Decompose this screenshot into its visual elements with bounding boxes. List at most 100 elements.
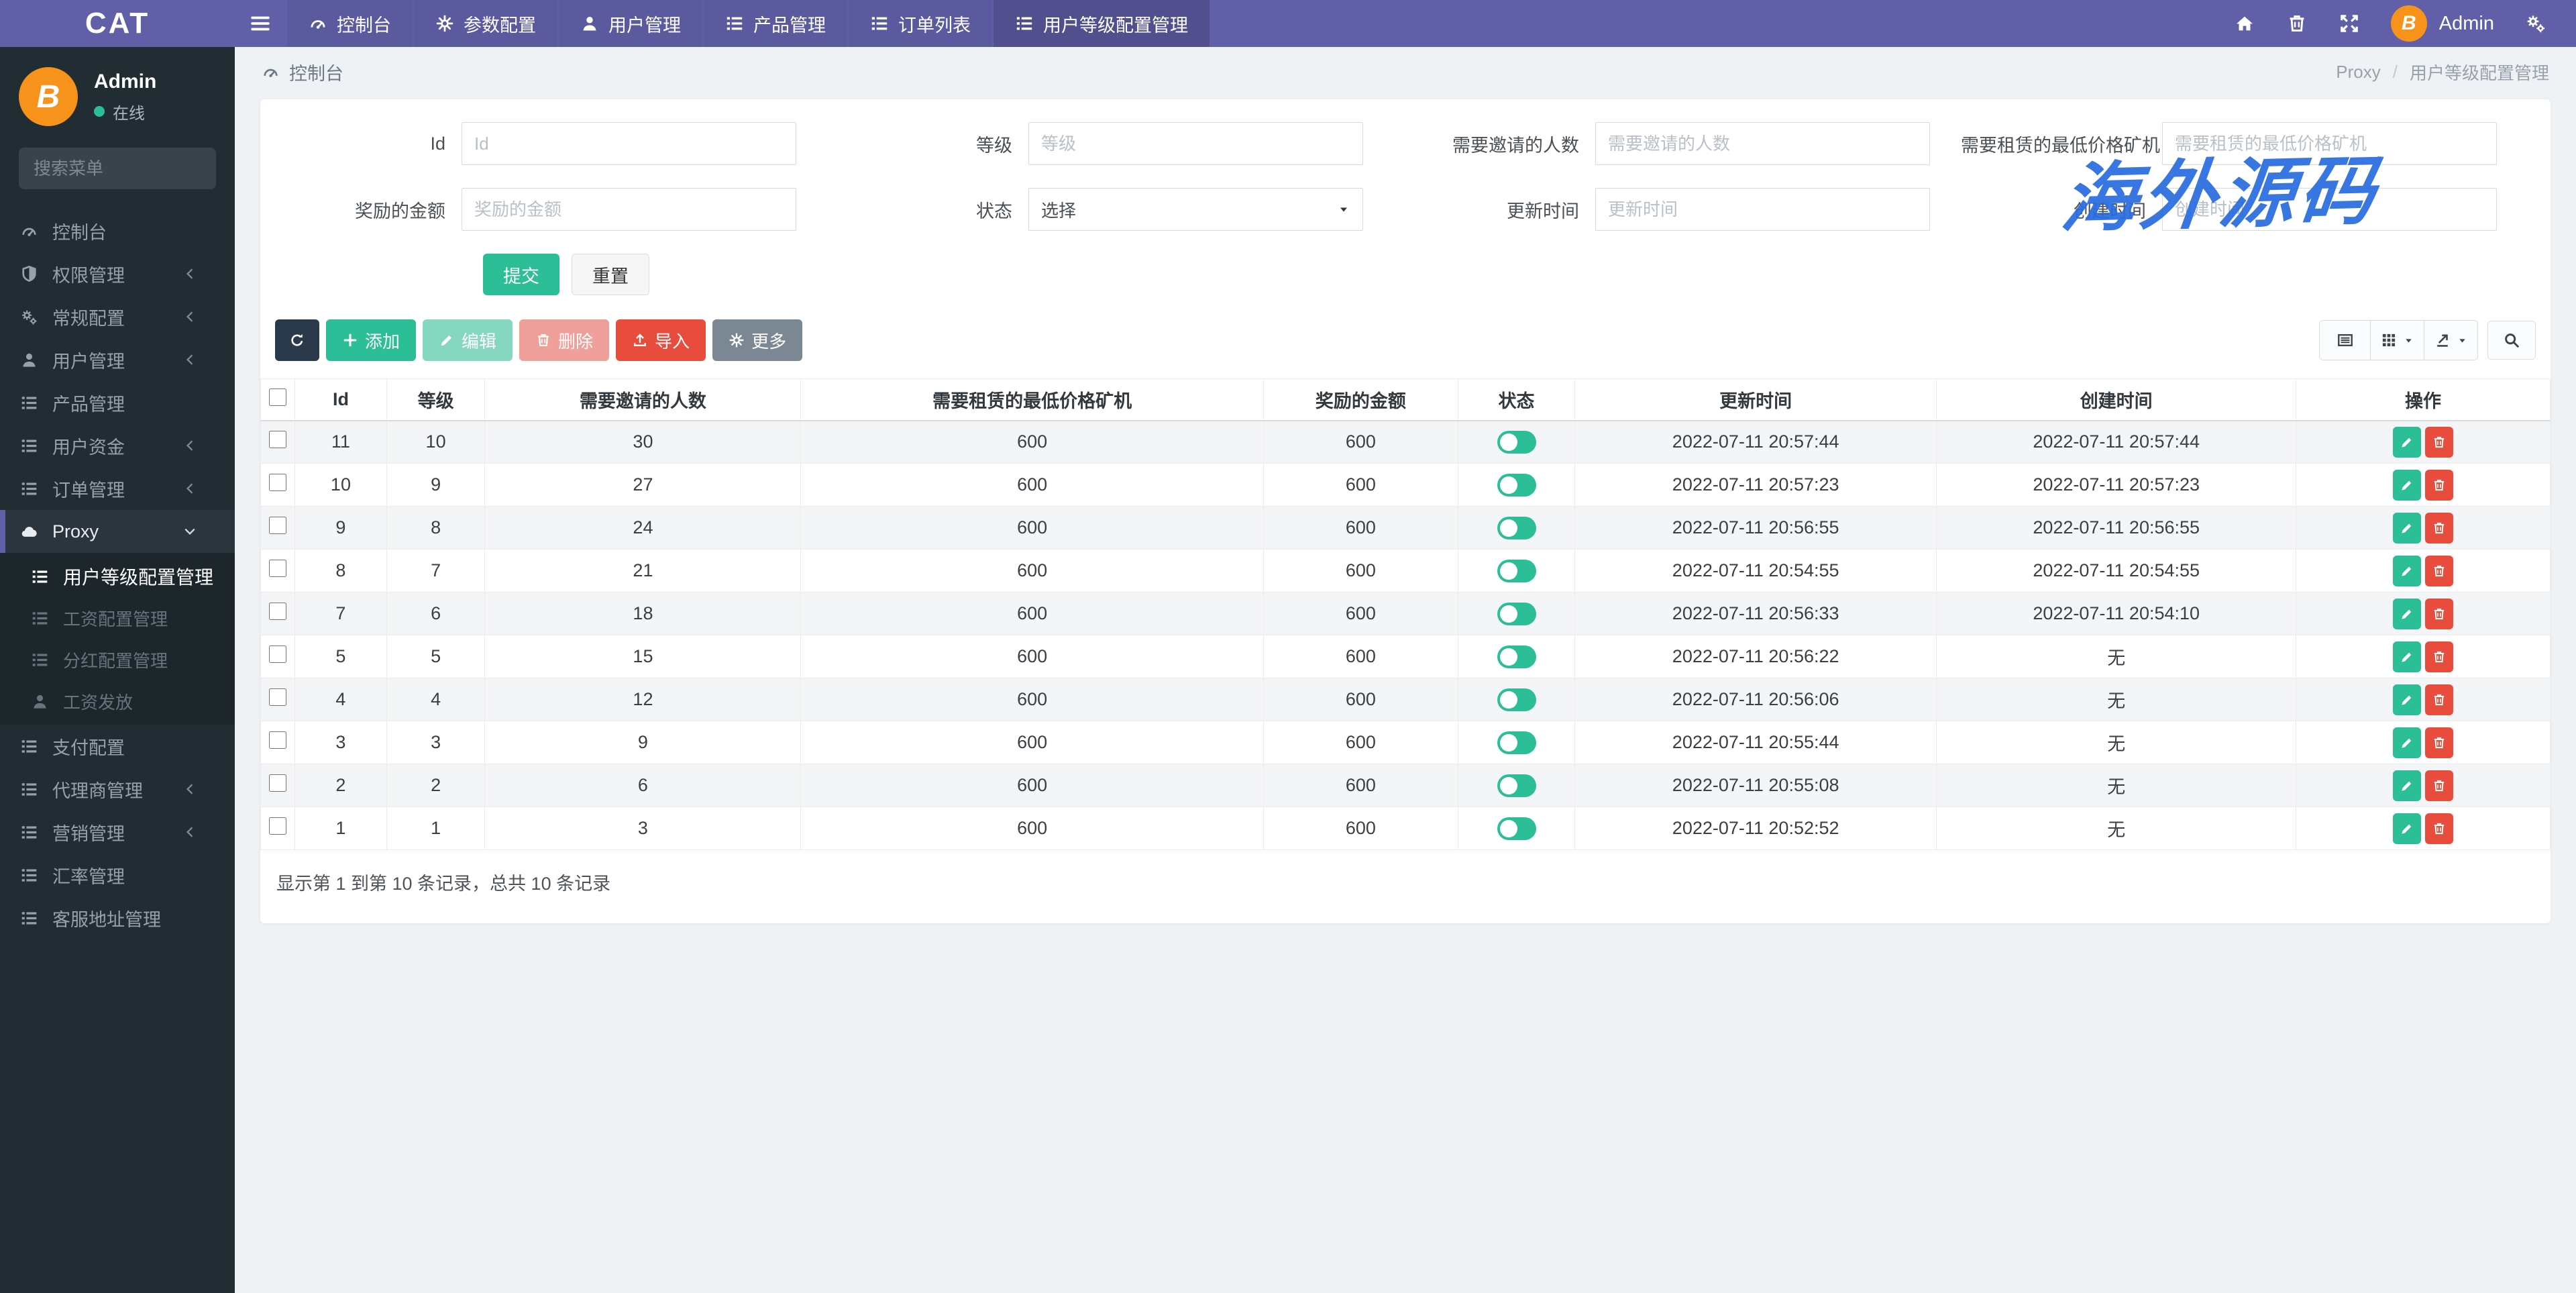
- trash-icon[interactable]: [2286, 13, 2308, 34]
- row-edit-button[interactable]: [2393, 469, 2422, 501]
- row-edit-button[interactable]: [2393, 727, 2422, 758]
- sidebar-toggle-button[interactable]: [235, 0, 286, 47]
- column-header-等级[interactable]: 等级: [386, 378, 486, 421]
- column-header-Id[interactable]: Id: [294, 378, 387, 421]
- breadcrumb-dashboard[interactable]: 控制台: [289, 59, 343, 85]
- nav-item-控制台[interactable]: 控制台: [287, 0, 413, 47]
- row-checkbox[interactable]: [269, 774, 287, 792]
- export-button[interactable]: [2424, 321, 2477, 360]
- column-header-更新时间[interactable]: 更新时间: [1574, 378, 1937, 421]
- detail-view-button[interactable]: [2320, 321, 2371, 360]
- status-toggle[interactable]: [1497, 774, 1536, 797]
- nav-item-订单列表[interactable]: 订单列表: [849, 0, 992, 47]
- row-edit-button[interactable]: [2393, 813, 2422, 844]
- row-edit-button[interactable]: [2393, 512, 2422, 544]
- row-delete-button[interactable]: [2425, 641, 2454, 672]
- row-checkbox[interactable]: [269, 731, 287, 749]
- sidebar-item-常规配置[interactable]: 常规配置: [0, 295, 235, 338]
- column-header-操作[interactable]: 操作: [2296, 378, 2551, 421]
- submit-button[interactable]: 提交: [483, 254, 559, 295]
- status-toggle[interactable]: [1497, 817, 1536, 840]
- fullscreen-icon[interactable]: [2339, 13, 2360, 34]
- sidebar-subitem-分红配置管理[interactable]: 分红配置管理: [0, 639, 235, 680]
- status-toggle[interactable]: [1497, 516, 1536, 539]
- status-select[interactable]: 选择: [1028, 188, 1363, 231]
- sidebar-item-Proxy[interactable]: Proxy: [0, 510, 235, 553]
- nav-item-参数配置[interactable]: 参数配置: [414, 0, 557, 47]
- row-delete-button[interactable]: [2425, 426, 2454, 458]
- row-edit-button[interactable]: [2393, 426, 2422, 458]
- status-toggle[interactable]: [1497, 602, 1536, 625]
- table-search-button[interactable]: [2487, 321, 2536, 360]
- field-input-创建时间[interactable]: [2162, 188, 2497, 231]
- row-delete-button[interactable]: [2425, 684, 2454, 715]
- row-checkbox[interactable]: [269, 431, 287, 449]
- home-icon[interactable]: [2234, 13, 2255, 34]
- sidebar-item-汇率管理[interactable]: 汇率管理: [0, 854, 235, 896]
- refresh-button[interactable]: [275, 319, 319, 361]
- row-edit-button[interactable]: [2393, 684, 2422, 715]
- nav-item-产品管理[interactable]: 产品管理: [704, 0, 847, 47]
- field-input-Id[interactable]: [462, 122, 796, 165]
- sidebar-subitem-工资发放[interactable]: 工资发放: [0, 680, 235, 722]
- row-checkbox[interactable]: [269, 603, 287, 620]
- row-delete-button[interactable]: [2425, 469, 2454, 501]
- more-button[interactable]: 更多: [712, 319, 803, 361]
- row-delete-button[interactable]: [2425, 813, 2454, 844]
- row-edit-button[interactable]: [2393, 598, 2422, 629]
- sidebar-item-代理商管理[interactable]: 代理商管理: [0, 768, 235, 811]
- sidebar-item-权限管理[interactable]: 权限管理: [0, 252, 235, 295]
- sidebar-item-用户管理[interactable]: 用户管理: [0, 338, 235, 381]
- column-header-需要租赁的最低价格矿机[interactable]: 需要租赁的最低价格矿机: [800, 378, 1264, 421]
- status-toggle[interactable]: [1497, 688, 1536, 711]
- status-toggle[interactable]: [1497, 559, 1536, 582]
- sidebar-item-客服地址管理[interactable]: 客服地址管理: [0, 896, 235, 939]
- row-edit-button[interactable]: [2393, 641, 2422, 672]
- row-checkbox[interactable]: [269, 560, 287, 577]
- select-all-checkbox[interactable]: [269, 388, 287, 406]
- add-button[interactable]: 添加: [326, 319, 417, 361]
- row-checkbox[interactable]: [269, 817, 287, 835]
- column-header-需要邀请的人数[interactable]: 需要邀请的人数: [484, 378, 802, 421]
- row-edit-button[interactable]: [2393, 770, 2422, 801]
- row-delete-button[interactable]: [2425, 512, 2454, 544]
- row-delete-button[interactable]: [2425, 598, 2454, 629]
- row-checkbox[interactable]: [269, 688, 287, 706]
- sidebar-subitem-工资配置管理[interactable]: 工资配置管理: [0, 597, 235, 639]
- field-input-奖励的金额[interactable]: [462, 188, 796, 231]
- reset-button[interactable]: 重置: [572, 254, 649, 295]
- field-input-需要邀请的人数[interactable]: [1595, 122, 1930, 165]
- status-toggle[interactable]: [1497, 473, 1536, 497]
- sidebar-search-input[interactable]: [34, 158, 235, 179]
- nav-item-用户管理[interactable]: 用户管理: [559, 0, 702, 47]
- settings-gears-icon[interactable]: [2525, 13, 2546, 34]
- sidebar-item-产品管理[interactable]: 产品管理: [0, 381, 235, 424]
- sidebar-subitem-用户等级配置管理[interactable]: 用户等级配置管理: [0, 556, 235, 597]
- row-delete-button[interactable]: [2425, 555, 2454, 586]
- status-toggle[interactable]: [1497, 430, 1536, 454]
- status-toggle[interactable]: [1497, 731, 1536, 754]
- sidebar-item-营销管理[interactable]: 营销管理: [0, 811, 235, 854]
- sidebar-item-支付配置[interactable]: 支付配置: [0, 725, 235, 768]
- column-header-状态[interactable]: 状态: [1457, 378, 1576, 421]
- row-checkbox[interactable]: [269, 517, 287, 534]
- field-input-等级[interactable]: [1028, 122, 1363, 165]
- row-checkbox[interactable]: [269, 645, 287, 663]
- column-header-创建时间[interactable]: 创建时间: [1936, 378, 2297, 421]
- sidebar-item-订单管理[interactable]: 订单管理: [0, 467, 235, 510]
- row-edit-button[interactable]: [2393, 555, 2422, 586]
- row-checkbox[interactable]: [269, 474, 287, 491]
- breadcrumb-section[interactable]: Proxy: [2336, 62, 2380, 83]
- nav-item-用户等级配置管理[interactable]: 用户等级配置管理: [994, 0, 1210, 47]
- row-delete-button[interactable]: [2425, 770, 2454, 801]
- columns-button[interactable]: [2371, 321, 2424, 360]
- row-delete-button[interactable]: [2425, 727, 2454, 758]
- sidebar-item-用户资金[interactable]: 用户资金: [0, 424, 235, 467]
- edit-button[interactable]: 编辑: [423, 319, 513, 361]
- field-input-更新时间[interactable]: [1595, 188, 1930, 231]
- column-header-奖励的金额[interactable]: 奖励的金额: [1263, 378, 1458, 421]
- import-button[interactable]: 导入: [616, 319, 706, 361]
- user-menu[interactable]: B Admin: [2390, 5, 2494, 42]
- sidebar-item-控制台[interactable]: 控制台: [0, 209, 235, 252]
- field-input-需要租赁的最低价格矿机[interactable]: [2162, 122, 2497, 165]
